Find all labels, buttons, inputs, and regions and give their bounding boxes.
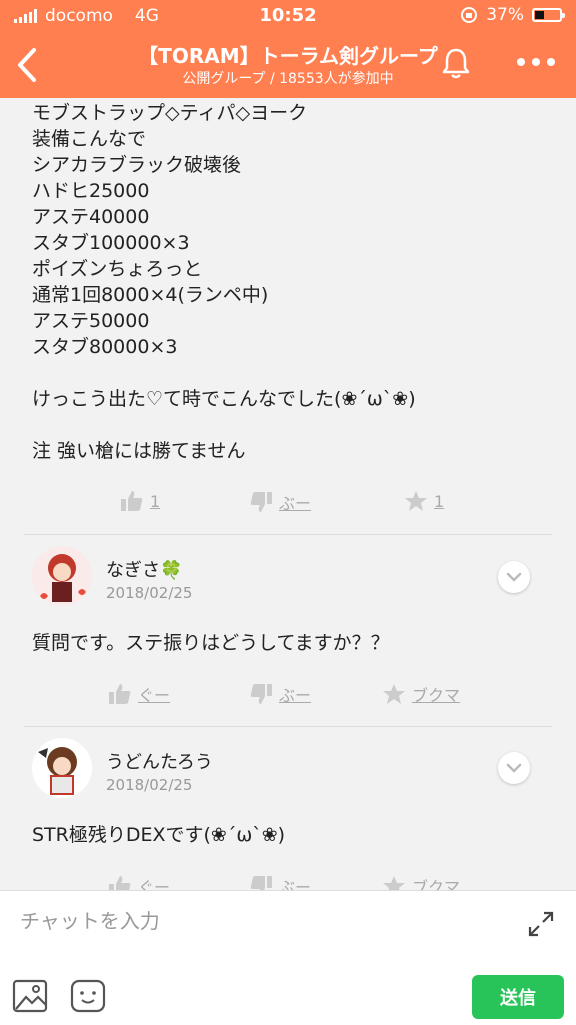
thumbs-up-icon	[109, 684, 131, 704]
send-button[interactable]: 送信	[472, 975, 564, 1019]
battery-icon	[532, 8, 565, 22]
dislike-label: ぶー	[279, 494, 312, 513]
comment-author: うどんたろう	[106, 752, 213, 773]
divider	[24, 534, 552, 535]
back-button[interactable]	[10, 42, 50, 88]
status-bar: docomo 4G 10:52 37%	[0, 0, 576, 32]
comment-menu-button[interactable]	[498, 561, 530, 593]
comment-actions: ぐー ぶー ブクマ	[0, 874, 576, 890]
dislike-button[interactable]: ぶー	[249, 874, 311, 890]
chat-content[interactable]: モブストラップ◇ティパ◇ヨーク 装備こんなで シアカラブラック破壊後 ハドヒ25…	[0, 98, 576, 890]
expand-icon[interactable]	[526, 909, 556, 939]
thumbs-up-icon	[121, 491, 143, 511]
bookmark-label: ブクマ	[412, 686, 461, 705]
like-label: ぐー	[138, 686, 171, 705]
sticker-icon[interactable]	[70, 979, 106, 1013]
divider	[24, 726, 552, 727]
thumbs-down-icon	[250, 492, 272, 512]
thumbs-up-icon	[109, 876, 131, 890]
comment-menu-button[interactable]	[498, 752, 530, 784]
bookmark-button[interactable]: ブクマ	[382, 682, 460, 706]
dislike-button[interactable]: ぶー	[249, 490, 311, 514]
notification-bell-icon[interactable]	[437, 44, 475, 82]
bookmark-button[interactable]: 1	[404, 490, 444, 512]
chat-input[interactable]: チャットを入力	[20, 905, 160, 934]
more-menu-button[interactable]	[512, 50, 560, 74]
bookmark-count: 1	[434, 491, 445, 511]
chevron-down-icon	[506, 763, 522, 773]
comment-text: 質問です。ステ振りはどうしてますか？？	[32, 632, 390, 654]
avatar[interactable]	[32, 546, 92, 606]
post-actions: 1 ぶー 1	[0, 490, 576, 520]
dislike-label: ぶー	[279, 686, 312, 705]
comment-text: STR極残りDEXです(❀´ω`❀)	[32, 824, 286, 846]
star-icon	[383, 684, 405, 704]
comment-date: 2018/02/25	[106, 584, 193, 602]
comment-actions: ぐー ぶー ブクマ	[0, 682, 576, 712]
avatar[interactable]	[32, 738, 92, 798]
star-icon	[405, 491, 427, 511]
thumbs-down-icon	[250, 876, 272, 890]
battery-percent: 37%	[486, 5, 524, 25]
star-icon	[383, 876, 405, 890]
dislike-label: ぶー	[279, 878, 312, 890]
like-label: ぐー	[138, 878, 171, 890]
like-button[interactable]: 1	[120, 490, 160, 512]
image-attach-icon[interactable]	[12, 979, 48, 1013]
comment-date: 2018/02/25	[106, 776, 193, 794]
orientation-lock-icon	[461, 7, 478, 23]
header: docomo 4G 10:52 37% 【TORAM】トーラム剣グループ 公開グ…	[0, 0, 576, 98]
comment-author: なぎさ🍀	[106, 560, 183, 581]
chevron-down-icon	[506, 572, 522, 582]
chat-input-bar: チャットを入力 送信	[0, 890, 576, 1025]
bookmark-button[interactable]: ブクマ	[382, 874, 460, 890]
thumbs-down-icon	[250, 684, 272, 704]
like-count: 1	[150, 491, 161, 511]
bookmark-label: ブクマ	[412, 878, 461, 890]
dislike-button[interactable]: ぶー	[249, 682, 311, 706]
like-button[interactable]: ぐー	[108, 682, 170, 706]
like-button[interactable]: ぐー	[108, 874, 170, 890]
post-body: モブストラップ◇ティパ◇ヨーク 装備こんなで シアカラブラック破壊後 ハドヒ25…	[32, 102, 416, 462]
